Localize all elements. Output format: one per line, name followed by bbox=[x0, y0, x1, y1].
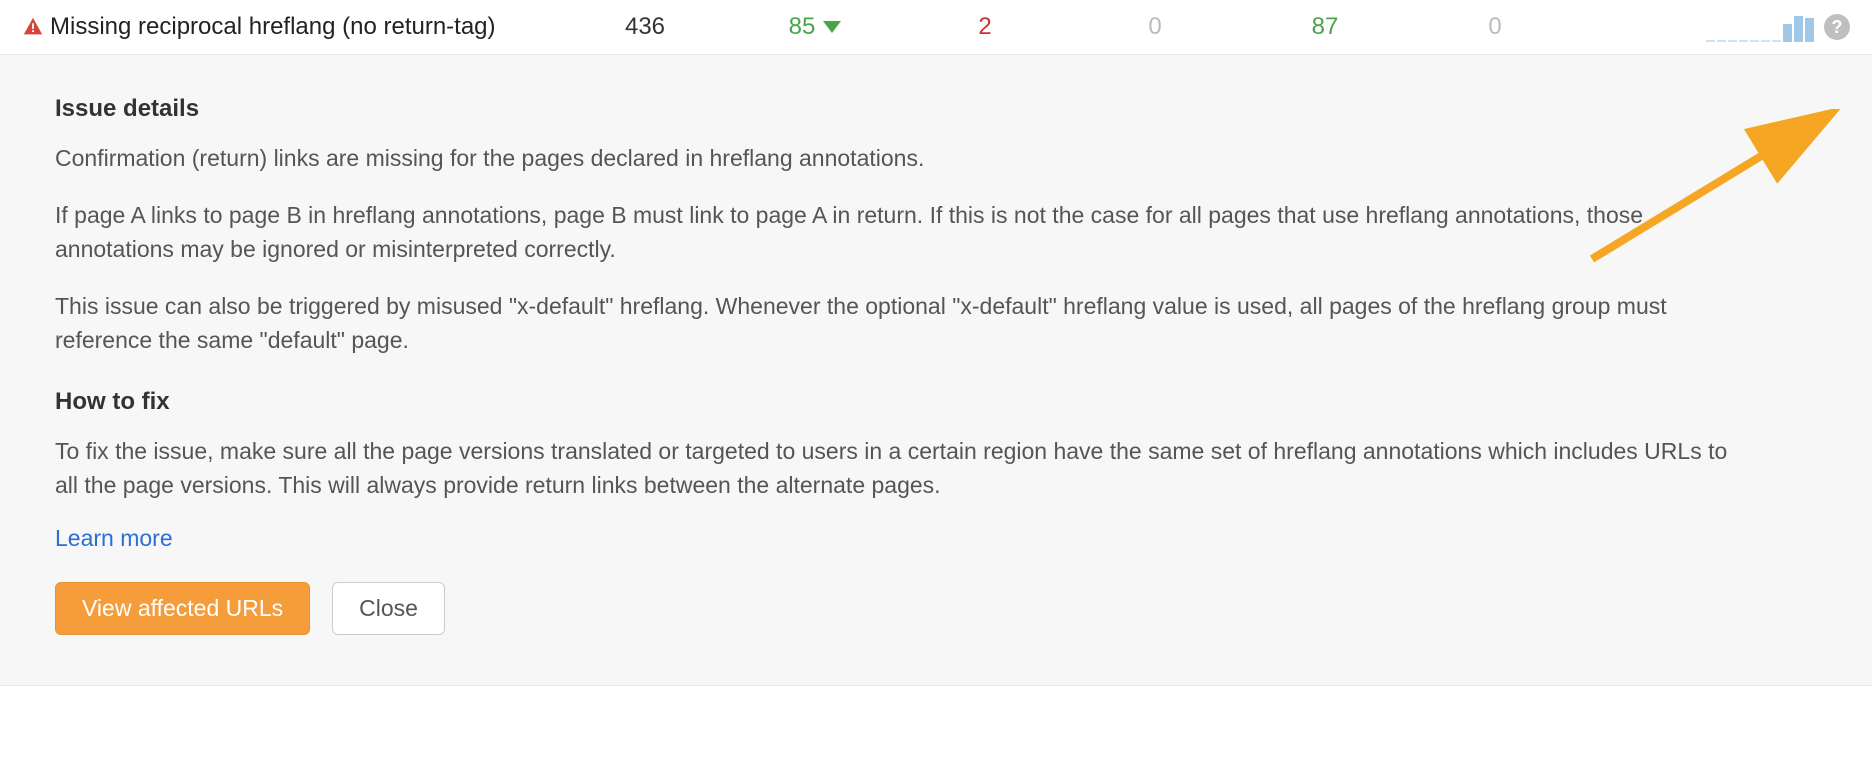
metric-added: 2 bbox=[900, 13, 1070, 41]
issue-details-p2: If page A links to page B in hreflang an… bbox=[55, 198, 1735, 267]
issue-row[interactable]: Missing reciprocal hreflang (no return-t… bbox=[0, 0, 1872, 55]
trend-down-icon bbox=[823, 21, 841, 33]
issue-details-panel: Issue details Confirmation (return) link… bbox=[0, 55, 1872, 686]
metric-zero-a: 0 bbox=[1070, 13, 1240, 41]
help-icon[interactable]: ? bbox=[1824, 14, 1850, 40]
metric-count: 436 bbox=[560, 13, 730, 41]
view-affected-urls-button[interactable]: View affected URLs bbox=[55, 582, 310, 635]
issue-details-p1: Confirmation (return) links are missing … bbox=[55, 141, 1735, 176]
learn-more-link[interactable]: Learn more bbox=[55, 525, 173, 552]
metric-zero-b: 0 bbox=[1410, 13, 1580, 41]
metric-change: 85 bbox=[730, 13, 900, 41]
how-to-fix-heading: How to fix bbox=[55, 388, 1817, 416]
button-row: View affected URLs Close bbox=[55, 582, 1817, 635]
metric-removed: 87 bbox=[1240, 13, 1410, 41]
metric-change-value: 85 bbox=[789, 13, 816, 41]
sparkline-chart[interactable] bbox=[1706, 12, 1814, 42]
issue-name: Missing reciprocal hreflang (no return-t… bbox=[50, 13, 560, 41]
warning-icon bbox=[22, 16, 50, 38]
issue-details-p3: This issue can also be triggered by misu… bbox=[55, 289, 1735, 358]
issue-details-heading: Issue details bbox=[55, 95, 1817, 123]
close-button[interactable]: Close bbox=[332, 582, 445, 635]
how-to-fix-p: To fix the issue, make sure all the page… bbox=[55, 434, 1735, 503]
